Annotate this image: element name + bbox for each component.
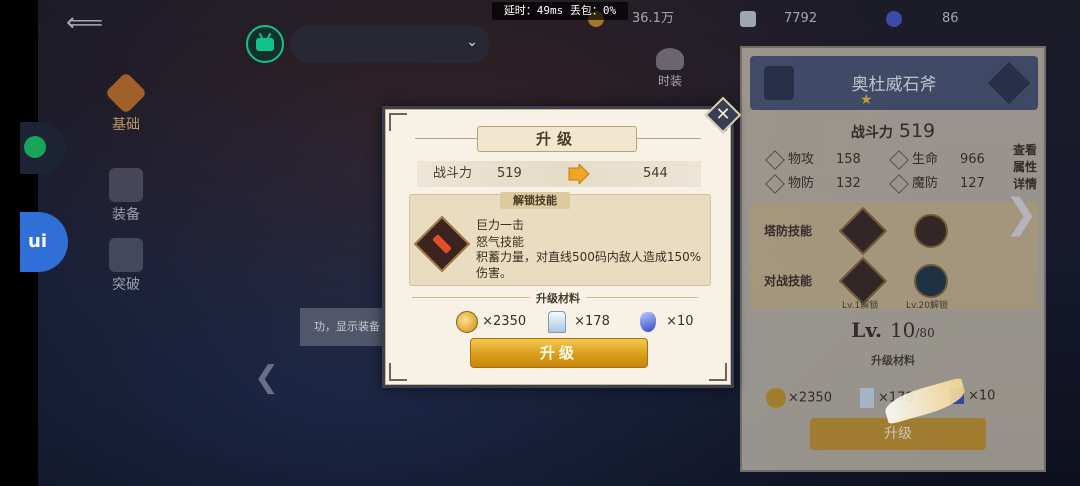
skill-description: 积蓄力量，对直线500码内敌人造成150%伤害。 <box>476 250 702 280</box>
tower-skill-icon[interactable] <box>838 206 888 256</box>
detail-upgrade-button[interactable]: 升级 <box>810 418 986 450</box>
level-prefix: Lv. <box>851 318 882 342</box>
stat-health: 生命 966 <box>889 148 985 170</box>
power-comparison: 战斗力 519 544 <box>417 161 701 187</box>
crystal-icon <box>860 388 874 408</box>
green-dot-icon <box>24 136 46 158</box>
battle-skill-label: 对战技能 <box>764 274 813 288</box>
stat-key: 生命 <box>912 152 939 167</box>
tab-basic-label: 基础 <box>112 117 140 133</box>
detail-mat-gold: ×2350 <box>766 388 832 408</box>
upgrade-button[interactable]: 升级 <box>470 338 648 368</box>
outfit-button[interactable]: 时装 <box>656 48 684 89</box>
mat-qty: ×10 <box>968 388 996 404</box>
chevron-down-icon: ⌄ <box>466 34 478 50</box>
hint-toast: 功，显示装备 <box>300 308 390 346</box>
stat-key: 魔防 <box>912 176 939 191</box>
stat-physical-defense: 物防 132 <box>765 172 861 194</box>
star-icon: ★ <box>860 92 873 108</box>
detail-materials-title: 升级材料 <box>871 354 915 367</box>
dialog-title: 升级 <box>477 126 637 152</box>
power-old-value: 519 <box>497 166 522 181</box>
gem-icon <box>640 311 656 332</box>
tab-breakthrough-label: 突破 <box>112 277 140 293</box>
power-label: 战斗力 <box>433 166 473 181</box>
chevron-right-icon[interactable]: ❯ <box>1004 194 1038 234</box>
chevron-left-icon[interactable]: ❮ <box>254 360 279 395</box>
back-arrow-icon[interactable]: ⟸ <box>66 10 103 36</box>
skill-unlock-level: Lv.1解锁 <box>842 301 879 311</box>
skill-name: 巨力一击 <box>476 218 525 232</box>
stat-key: 物攻 <box>788 152 815 167</box>
material-crystal: ×178 <box>548 310 610 334</box>
materials-title: 升级材料 <box>530 290 586 306</box>
skill-unlock-level: Lv.20解锁 <box>906 301 948 311</box>
detail-power: 战斗力 519 <box>742 120 1044 142</box>
magic-defense-icon <box>889 173 909 194</box>
breakthrough-tab-icon <box>109 238 143 272</box>
level-max: /80 <box>915 326 935 340</box>
stat-value: 158 <box>836 152 861 167</box>
material-gem: ×10 <box>640 310 694 334</box>
crystal-icon <box>548 310 566 333</box>
crystal-icon <box>740 10 756 27</box>
equipment-tab-icon <box>109 168 143 202</box>
detail-power-value: 519 <box>898 120 936 142</box>
stat-key: 物防 <box>788 176 815 191</box>
material-gold: ×2350 <box>456 310 526 334</box>
material-qty: ×178 <box>574 314 610 329</box>
stat-value: 132 <box>836 176 861 191</box>
skills-section: 塔防技能 对战技能 Lv.1解锁 Lv.20解锁 <box>750 202 1038 311</box>
stat-magic-defense: 魔防 127 <box>889 172 985 194</box>
gem-resource: 86 <box>886 8 959 30</box>
basic-tab-icon <box>104 71 148 115</box>
stat-value: 127 <box>960 176 985 191</box>
tab-breakthrough[interactable]: 突破 <box>96 238 156 294</box>
tab-equipment[interactable]: 装备 <box>96 168 156 224</box>
tab-basic[interactable]: 基础 <box>96 71 156 134</box>
gem-icon <box>886 10 902 27</box>
bilibili-icon[interactable] <box>246 25 284 63</box>
hat-icon <box>656 48 684 70</box>
tab-equipment-label: 装备 <box>112 207 140 223</box>
gold-coin-icon <box>456 310 478 333</box>
level-display: Lv. 10/80 <box>742 318 1044 342</box>
corner-ornament <box>709 363 727 381</box>
power-new-value: 544 <box>643 166 668 181</box>
view-attributes-link[interactable]: 查看属性详情 <box>1010 142 1040 193</box>
gem-amount: 86 <box>942 11 959 26</box>
crystal-amount: 7792 <box>784 11 818 26</box>
unlock-skill-title: 解锁技能 <box>500 192 570 209</box>
stat-physical-attack: 物攻 158 <box>765 148 861 170</box>
material-qty: ×2350 <box>482 314 527 329</box>
skill-type: 怒气技能 <box>476 235 525 249</box>
attack-icon <box>765 149 785 170</box>
health-icon <box>889 149 909 170</box>
defense-icon <box>765 173 785 194</box>
corner-ornament <box>389 363 407 381</box>
account-dropdown[interactable]: ⌄ <box>290 25 490 63</box>
crystal-resource: 7792 <box>740 8 817 30</box>
close-icon: ✕ <box>715 104 731 125</box>
tower-skill-2-icon[interactable] <box>914 214 948 248</box>
battle-skill-2-icon[interactable] <box>914 264 948 298</box>
level-current: 10 <box>889 318 916 342</box>
gold-coin-icon <box>766 388 786 408</box>
corner-ornament <box>389 113 407 131</box>
detail-power-label: 战斗力 <box>850 125 893 141</box>
mat-qty: ×2350 <box>788 390 832 406</box>
gold-amount: 36.1万 <box>632 11 674 26</box>
tower-skill-label: 塔防技能 <box>764 224 813 238</box>
material-qty: ×10 <box>666 314 694 329</box>
stat-value: 966 <box>960 152 985 167</box>
arrow-right-icon <box>568 164 590 184</box>
latency-indicator: 延时：49ms 丢包：0% <box>492 2 628 20</box>
rank-icon <box>987 61 1031 105</box>
outfit-label: 时装 <box>657 74 682 88</box>
equipment-header: 奥杜威石斧 ★ <box>750 56 1038 110</box>
